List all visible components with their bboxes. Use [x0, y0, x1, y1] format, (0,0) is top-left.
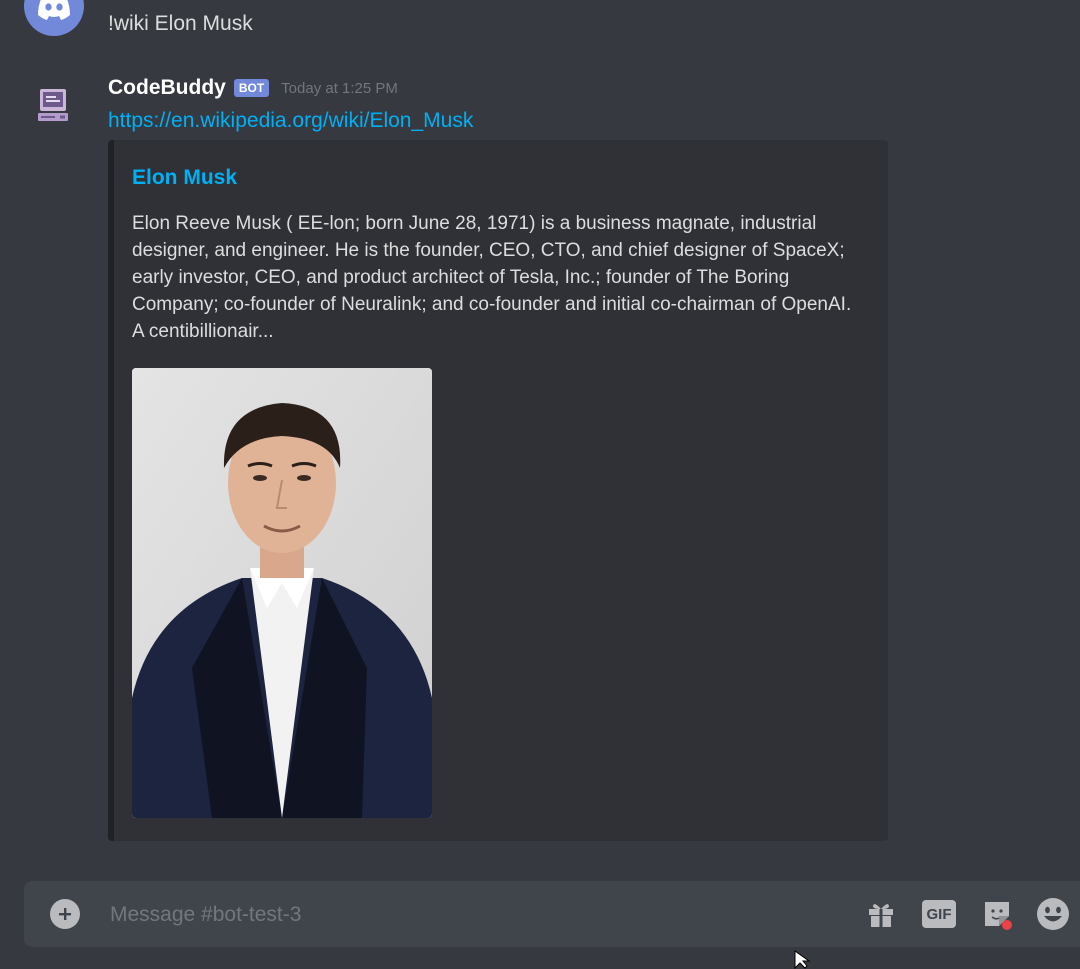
gif-icon: GIF: [922, 900, 956, 928]
gift-icon: [869, 904, 893, 927]
bot-username[interactable]: CodeBuddy: [108, 76, 226, 100]
message-input[interactable]: [108, 895, 832, 935]
wikipedia-link[interactable]: https://en.wikipedia.org/wiki/Elon_Musk: [108, 107, 473, 135]
discord-logo-icon: [38, 0, 70, 20]
message-timestamp: Today at 1:25 PM: [281, 79, 398, 97]
plus-circle-icon: [59, 908, 71, 920]
portrait-photo: [132, 368, 432, 818]
message-composer: GIF: [24, 881, 1080, 947]
gif-button[interactable]: GIF: [922, 897, 956, 931]
embed-image[interactable]: [132, 368, 432, 818]
mouse-cursor-icon: [794, 950, 811, 969]
retro-computer-icon: [38, 89, 68, 121]
emoji-button[interactable]: [1036, 897, 1070, 931]
previous-message-text: !wiki Elon Musk: [108, 12, 253, 35]
embed-description: Elon Reeve Musk ( EE-lon; born June 28, …: [132, 213, 852, 342]
message-header: CodeBuddy BOT Today at 1:25 PM: [108, 74, 398, 102]
discord-chat-view: !wiki Elon Musk CodeBuddy BOT Today at 1…: [0, 0, 1080, 969]
sticker-icon: [985, 902, 1012, 930]
user-avatar[interactable]: [24, 0, 84, 36]
gift-button[interactable]: [864, 897, 898, 931]
bot-avatar[interactable]: [34, 86, 74, 126]
wiki-embed: Elon Musk Elon Reeve Musk ( EE-lon; born…: [108, 140, 888, 841]
gif-label: GIF: [926, 905, 952, 923]
embed-title[interactable]: Elon Musk: [132, 166, 237, 190]
add-attachment-button[interactable]: [50, 899, 80, 929]
bot-badge: BOT: [233, 79, 270, 97]
sticker-button[interactable]: [980, 897, 1014, 931]
smiley-icon: [1037, 898, 1069, 930]
